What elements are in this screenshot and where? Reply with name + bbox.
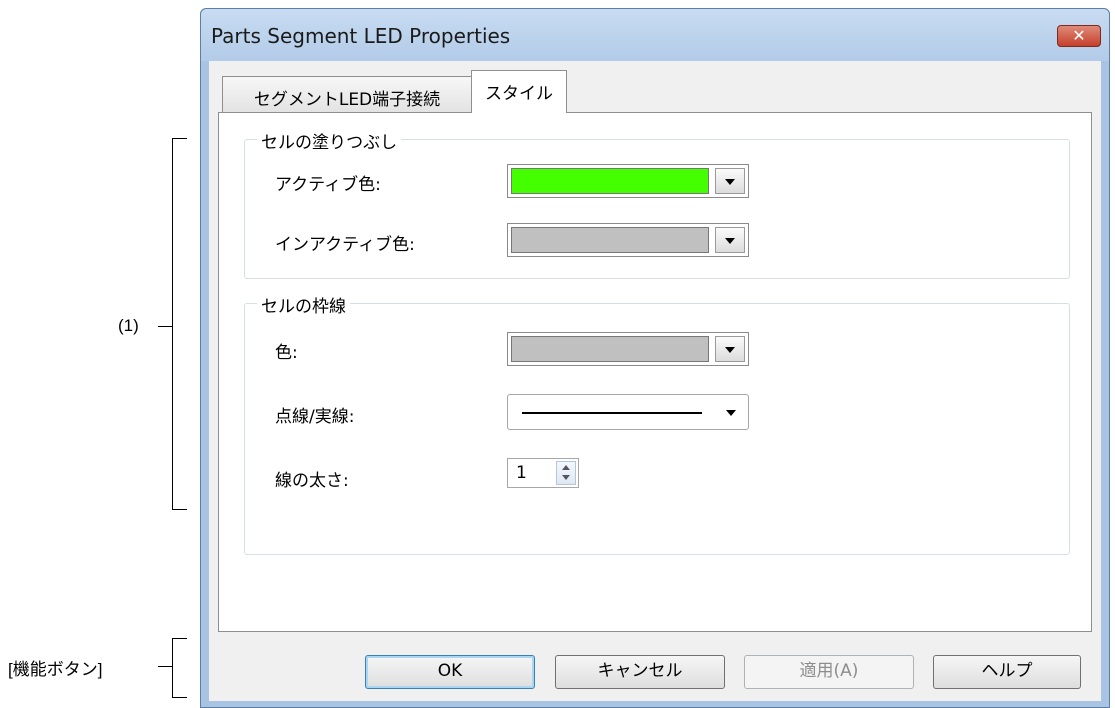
line-width-value: 1 xyxy=(516,463,527,483)
active-color-dropdown-button[interactable] xyxy=(715,168,745,194)
chevron-down-icon xyxy=(725,347,735,353)
inactive-color-select[interactable] xyxy=(507,223,749,257)
solid-line-preview xyxy=(522,412,702,414)
tab-style[interactable]: スタイル xyxy=(471,70,567,113)
border-color-label: 色: xyxy=(275,343,298,363)
dialog-client-area: セグメントLED端子接続 スタイル セルの塗りつぶし アクティブ色: インアクテ… xyxy=(209,61,1101,701)
cancel-button[interactable]: キャンセル xyxy=(555,655,725,689)
help-button[interactable]: ヘルプ xyxy=(933,655,1081,689)
chevron-down-icon xyxy=(725,238,735,244)
chevron-down-icon xyxy=(726,410,736,416)
function-buttons-bracket xyxy=(172,638,187,698)
tab-segment-led-terminal[interactable]: セグメントLED端子接続 xyxy=(222,76,472,112)
line-style-label: 点線/実線: xyxy=(275,407,355,427)
spin-up-icon[interactable] xyxy=(562,465,570,470)
active-color-select[interactable] xyxy=(507,164,749,198)
section-1-label: (1) xyxy=(118,316,139,335)
cell-border-group-title: セルの枠線 xyxy=(257,292,350,317)
close-icon: ✕ xyxy=(1072,26,1086,45)
style-tab-panel: セルの塗りつぶし アクティブ色: インアクティブ色: セルの枠線 色: 点線/実… xyxy=(218,112,1092,632)
apply-button[interactable]: 適用(A) xyxy=(744,655,914,689)
line-style-select[interactable] xyxy=(507,394,749,430)
inactive-color-dropdown-button[interactable] xyxy=(715,227,745,253)
line-width-spinner[interactable]: 1 xyxy=(507,458,579,488)
section-1-tick xyxy=(158,326,172,327)
close-button[interactable]: ✕ xyxy=(1057,25,1101,47)
border-color-swatch xyxy=(511,336,709,362)
cell-fill-group: セルの塗りつぶし アクティブ色: インアクティブ色: xyxy=(244,128,1070,279)
inactive-color-swatch xyxy=(511,227,709,253)
ok-button[interactable]: OK xyxy=(365,655,535,689)
spinner-buttons[interactable] xyxy=(556,461,576,485)
line-width-label: 線の太さ: xyxy=(275,471,349,491)
active-color-label: アクティブ色: xyxy=(275,175,381,195)
border-color-select[interactable] xyxy=(507,332,749,366)
spin-down-icon[interactable] xyxy=(562,475,570,480)
chevron-down-icon xyxy=(725,179,735,185)
active-color-swatch xyxy=(511,168,709,194)
cell-fill-group-title: セルの塗りつぶし xyxy=(257,128,402,153)
section-1-bracket xyxy=(172,138,187,510)
properties-dialog: Parts Segment LED Properties ✕ セグメントLED端… xyxy=(200,8,1110,708)
function-buttons-label: [機能ボタン] xyxy=(8,660,103,679)
cell-border-group: セルの枠線 色: 点線/実線: 線の太さ: 1 xyxy=(244,292,1070,555)
title-bar[interactable]: Parts Segment LED Properties ✕ xyxy=(201,9,1109,61)
dialog-title: Parts Segment LED Properties xyxy=(211,24,511,48)
function-buttons-tick xyxy=(158,666,172,667)
inactive-color-label: インアクティブ色: xyxy=(275,235,415,255)
border-color-dropdown-button[interactable] xyxy=(715,336,745,362)
